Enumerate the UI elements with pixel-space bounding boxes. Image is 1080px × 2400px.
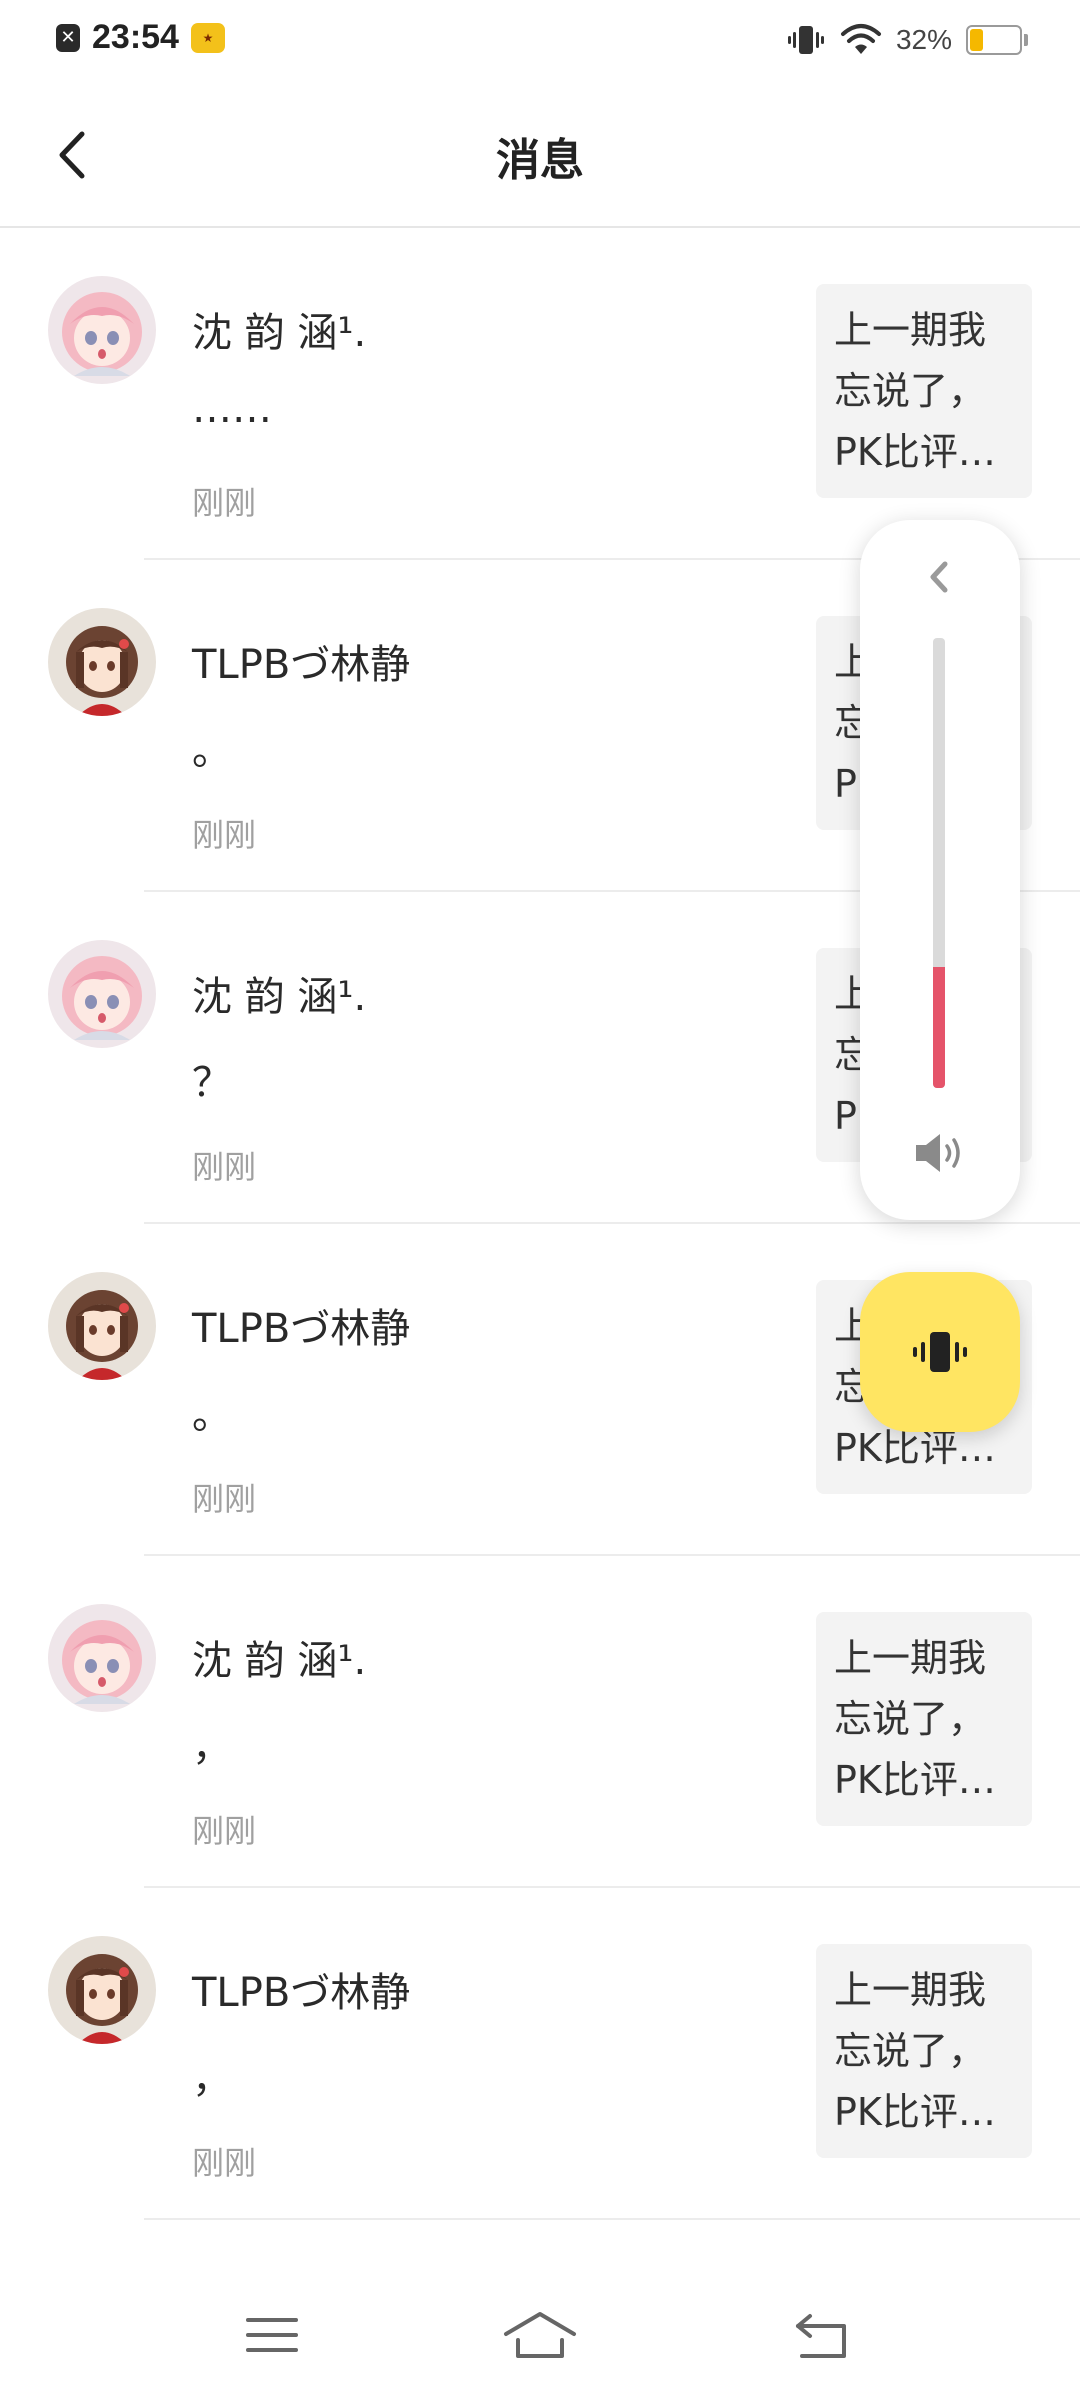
status-bar: ✕ 23:54 ★ 32% [0, 0, 1080, 84]
preview-line: PK比评… [834, 1758, 996, 1802]
preview-line: 忘说了， [834, 369, 987, 413]
message-item[interactable]: TLPBづ林静 ， 刚刚 上一期我忘说了， PK比评… [0, 1888, 1080, 2220]
preview-line: 上一期我 [834, 1636, 987, 1680]
battery-percent: 32% [895, 24, 952, 55]
wifi-icon [840, 24, 881, 54]
battery-tip [1024, 34, 1028, 46]
message-time: 刚刚 [192, 1812, 257, 1850]
page-title: 消息 [496, 135, 584, 186]
message-text: 。 [192, 728, 232, 774]
volume-level-fill [933, 966, 945, 1088]
preview-line: 忘说了， [834, 2029, 987, 2073]
avatar[interactable] [48, 1604, 156, 1712]
status-right: 32% [786, 20, 1028, 60]
preview-line: 忘说了， [834, 1697, 987, 1741]
message-item[interactable]: 沈 韵 涵¹. …… 刚刚 上一期我忘说了， PK比评… [0, 228, 1080, 560]
sender-name: 沈 韵 涵¹. [192, 1638, 367, 1684]
message-text: 。 [192, 1392, 232, 1438]
message-time: 刚刚 [192, 816, 257, 854]
status-time: 23:54 [92, 18, 179, 56]
message-time: 刚刚 [192, 2144, 257, 2182]
message-text: ， [192, 1724, 232, 1770]
message-time: 刚刚 [192, 1480, 257, 1518]
battery-fill [970, 29, 983, 51]
post-preview-card[interactable]: 上一期我忘说了， PK比评… [816, 1612, 1032, 1826]
notification-close-icon: ✕ [56, 23, 80, 52]
avatar[interactable] [48, 940, 156, 1048]
message-text: …… [192, 386, 272, 432]
avatar[interactable] [48, 1936, 156, 2044]
menu-icon[interactable] [232, 2300, 312, 2370]
message-item[interactable]: 沈 韵 涵¹. ， 刚刚 上一期我忘说了， PK比评… [0, 1556, 1080, 1888]
preview-line: PK比评… [834, 2090, 996, 2134]
message-time: 刚刚 [192, 1148, 257, 1186]
back-icon[interactable] [784, 2300, 864, 2370]
avatar[interactable] [48, 608, 156, 716]
sender-name: 沈 韵 涵¹. [192, 310, 367, 356]
sender-name: 沈 韵 涵¹. [192, 974, 367, 1020]
post-preview-card[interactable]: 上一期我忘说了， PK比评… [816, 284, 1032, 498]
sender-name: TLPBづ林静 [192, 642, 411, 688]
vibrate-mode-icon [913, 1332, 967, 1372]
preview-line: 上一期我 [834, 308, 987, 352]
status-left: ✕ 23:54 ★ [56, 18, 225, 57]
sender-name: TLPBづ林静 [192, 1306, 411, 1352]
speaker-icon [916, 1134, 960, 1172]
home-icon[interactable] [500, 2300, 580, 2370]
volume-panel[interactable] [860, 520, 1020, 1220]
message-time: 刚刚 [192, 484, 257, 522]
message-text: ？ [192, 1060, 232, 1106]
post-preview-card[interactable]: 上一期我忘说了， PK比评… [816, 1944, 1032, 2158]
sender-name: TLPBづ林静 [192, 1970, 411, 2016]
avatar[interactable] [48, 276, 156, 384]
collapse-chevron-icon[interactable] [915, 552, 965, 602]
preview-line: PK比评… [834, 430, 996, 474]
app-header: 消息 [0, 84, 1080, 228]
volume-slider[interactable] [933, 638, 945, 1088]
preview-line: 上一期我 [834, 1968, 987, 2012]
vibrate-icon [787, 26, 824, 54]
system-nav-bar [0, 2270, 1080, 2400]
battery-icon [966, 25, 1028, 55]
message-text: ， [192, 2056, 232, 2102]
ring-mode-button[interactable] [860, 1272, 1020, 1432]
app-icon: ★ [190, 22, 225, 53]
avatar[interactable] [48, 1272, 156, 1380]
